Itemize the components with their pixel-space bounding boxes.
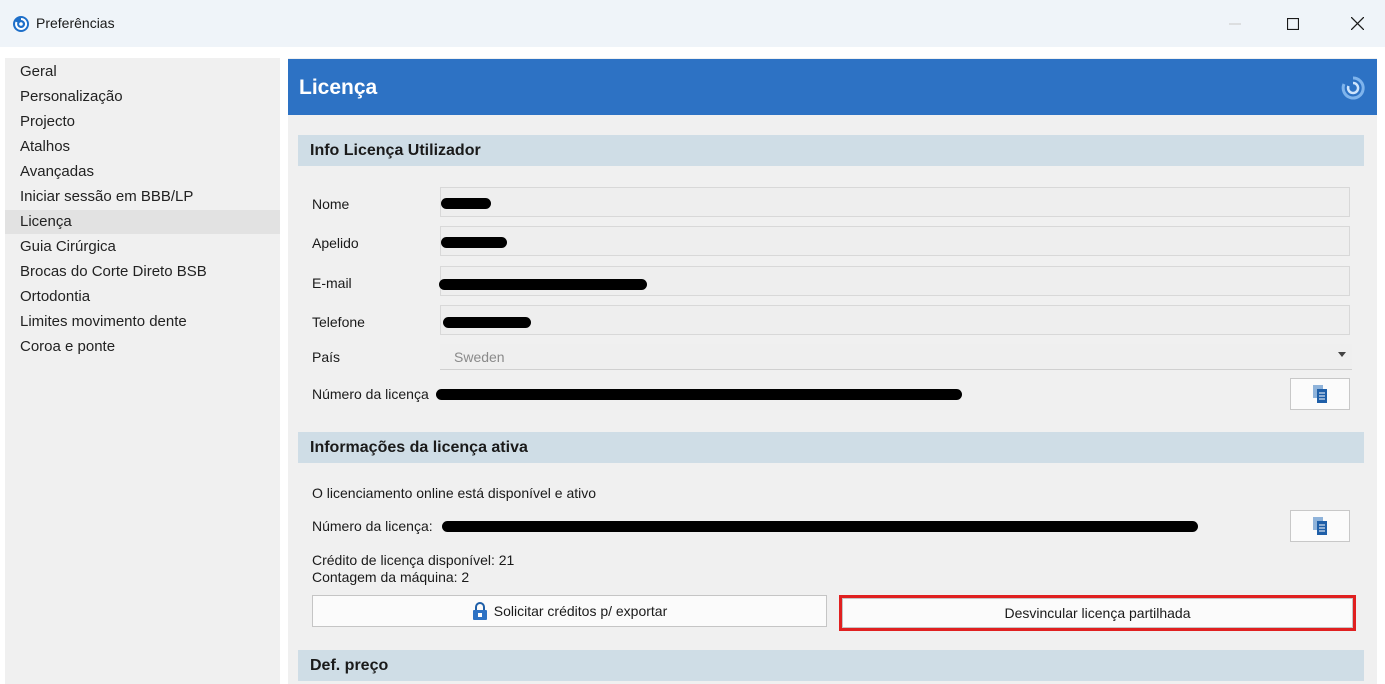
sidebar-item-label: Guia Cirúrgica	[20, 238, 116, 255]
redaction-mark	[442, 521, 1198, 532]
phone-field[interactable]	[440, 305, 1350, 335]
minimize-icon	[1229, 23, 1241, 24]
sidebar-item-projecto[interactable]: Projecto	[5, 110, 280, 134]
sidebar-item-label: Avançadas	[20, 163, 94, 180]
active-license-number-label: Número da licença:	[312, 518, 433, 534]
surname-label: Apelido	[312, 235, 359, 251]
license-number-label: Número da licença	[312, 386, 429, 402]
sidebar-item-geral[interactable]: Geral	[5, 60, 280, 84]
user-info-section-header: Info Licença Utilizador	[298, 135, 1364, 166]
country-select[interactable]: Sweden	[440, 344, 1352, 370]
country-label: País	[312, 349, 341, 365]
sidebar-item-atalhos[interactable]: Atalhos	[5, 135, 280, 159]
highlight-annotation	[839, 595, 1356, 631]
price-section-header: Def. preço	[298, 650, 1364, 681]
sidebar-item-brocas[interactable]: Brocas do Corte Direto BSB	[5, 260, 280, 284]
chevron-down-icon	[1338, 352, 1346, 357]
sidebar-item-label: Limites movimento dente	[20, 313, 187, 330]
sidebar-item-licenca[interactable]: Licença	[5, 210, 280, 234]
panel-header: Licença	[288, 59, 1377, 115]
app-logo-icon	[13, 16, 29, 32]
sidebar-item-label: Brocas do Corte Direto BSB	[20, 263, 207, 280]
name-field[interactable]	[440, 187, 1350, 217]
sidebar-item-ortodontia[interactable]: Ortodontia	[5, 285, 280, 309]
window-title: Preferências	[36, 15, 115, 31]
request-credits-button[interactable]: Solicitar créditos p/ exportar	[312, 595, 827, 627]
copy-icon	[1313, 517, 1327, 535]
redaction-mark	[436, 389, 962, 400]
country-value: Sweden	[454, 349, 505, 365]
redaction-mark	[441, 198, 491, 209]
surname-field[interactable]	[440, 226, 1350, 256]
license-panel: Licença Info Licença Utilizador Nome Ape…	[288, 58, 1377, 684]
name-label: Nome	[312, 196, 350, 212]
maximize-button[interactable]	[1270, 0, 1316, 47]
license-credit-text: Crédito de licença disponível: 21	[312, 552, 515, 568]
close-button[interactable]	[1334, 0, 1380, 47]
sidebar-item-iniciar-sessao[interactable]: Iniciar sessão em BBB/LP	[5, 185, 280, 209]
app-logo-icon	[1341, 76, 1365, 100]
minimize-button[interactable]	[1212, 0, 1258, 47]
sidebar-item-avancadas[interactable]: Avançadas	[5, 160, 280, 184]
redaction-mark	[443, 317, 531, 328]
redaction-mark	[441, 237, 507, 248]
email-label: E-mail	[312, 275, 352, 291]
lock-icon	[472, 602, 487, 620]
title-bar: Preferências	[0, 0, 1385, 47]
section-title: Def. preço	[310, 657, 389, 674]
sidebar-item-label: Personalização	[20, 88, 123, 105]
sidebar-item-label: Iniciar sessão em BBB/LP	[20, 188, 194, 205]
sidebar-item-label: Ortodontia	[20, 288, 91, 305]
email-field[interactable]	[439, 266, 1350, 296]
machine-count-text: Contagem da máquina: 2	[312, 569, 470, 585]
sidebar-item-coroa-ponte[interactable]: Coroa e ponte	[5, 335, 280, 359]
close-icon	[1350, 17, 1364, 30]
sidebar-item-personalizacao[interactable]: Personalização	[5, 85, 280, 109]
copy-icon	[1313, 385, 1327, 403]
redaction-mark	[439, 279, 647, 290]
license-status-text: O licenciamento online está disponível e…	[312, 485, 597, 501]
sidebar-item-label: Coroa e ponte	[20, 338, 116, 355]
copy-license-number-button[interactable]	[1290, 378, 1350, 410]
copy-active-license-button[interactable]	[1290, 510, 1350, 542]
phone-label: Telefone	[312, 314, 365, 330]
section-title: Informações da licença ativa	[310, 439, 528, 456]
sidebar-item-guia-cirurgica[interactable]: Guia Cirúrgica	[5, 235, 280, 259]
preferences-sidebar: Geral Personalização Projecto Atalhos Av…	[5, 58, 280, 684]
sidebar-item-label: Atalhos	[20, 138, 71, 155]
section-title: Info Licença Utilizador	[310, 142, 481, 159]
request-credits-label: Solicitar créditos p/ exportar	[493, 603, 668, 619]
maximize-icon	[1287, 17, 1299, 30]
sidebar-item-label: Geral	[20, 63, 57, 80]
sidebar-item-label: Projecto	[20, 113, 76, 130]
sidebar-item-label: Licença	[20, 213, 72, 230]
sidebar-item-limites[interactable]: Limites movimento dente	[5, 310, 280, 334]
active-license-section-header: Informações da licença ativa	[298, 432, 1364, 463]
page-title: Licença	[299, 76, 378, 99]
